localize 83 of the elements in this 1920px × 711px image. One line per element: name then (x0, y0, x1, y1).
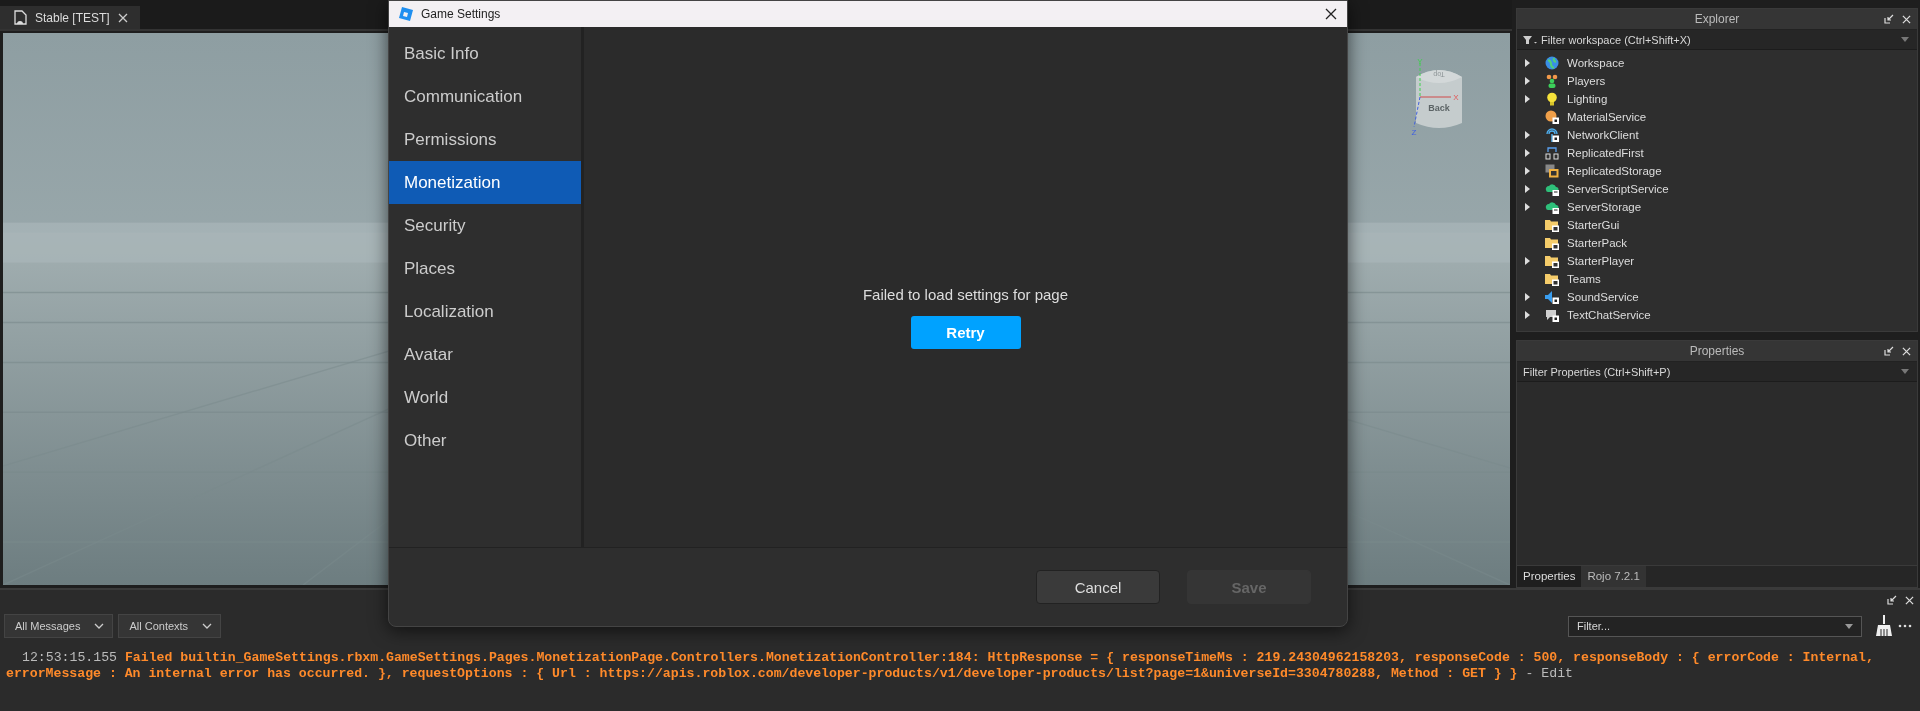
tree-item[interactable]: Players (1517, 72, 1917, 90)
palette-icon (1545, 110, 1559, 124)
context-filter-dropdown[interactable]: All Contexts (118, 614, 222, 638)
tree-item[interactable]: ServerScriptService (1517, 180, 1917, 198)
chat-icon (1545, 308, 1559, 322)
log-entry: 12:53:15.155 Failed builtin_GameSettings.rbxm.GameSettings.Pages.MonetizationPage.Controllers.MonetizationController:184: HttpResponse = { responseTimeMs : 219.24304962158203, responseCode : 500, responseBody : { errorCode : Internal, errorMessage : An internal error has occurred. }, requestOptions : { Url : https://apis.roblox.com/developer-products/v1/developer-products/list?page=1&universeId=3304780288, Method : GET } } - Edit (6, 650, 1875, 682)
error-message: Failed to load settings for page (862, 286, 1069, 303)
close-icon[interactable] (1325, 8, 1337, 20)
undock-icon[interactable] (1884, 14, 1894, 24)
settings-nav-item[interactable]: World (389, 376, 581, 419)
folder-icon (1545, 272, 1559, 286)
settings-nav-item[interactable]: Basic Info (389, 32, 581, 75)
panel-tab[interactable]: Rojo 7.2.1 (1581, 566, 1646, 587)
filter-bar[interactable]: Filter Properties (Ctrl+Shift+P) (1517, 362, 1917, 382)
tree-item[interactable]: StarterPlayer (1517, 252, 1917, 270)
tree-item[interactable]: ServerStorage (1517, 198, 1917, 216)
document-tab[interactable]: Stable [TEST] (0, 6, 140, 29)
tree-item[interactable]: ReplicatedFirst (1517, 144, 1917, 162)
expand-arrow-icon[interactable] (1525, 149, 1530, 157)
expand-arrow-icon[interactable] (1525, 131, 1530, 139)
settings-nav-item[interactable]: Monetization (389, 161, 581, 204)
expand-arrow-icon[interactable] (1525, 311, 1530, 319)
dialog-title: Game Settings (421, 7, 501, 21)
message-filter-dropdown[interactable]: All Messages (4, 614, 114, 638)
filter-field[interactable]: Filter Properties (Ctrl+Shift+P) (1523, 365, 1897, 378)
tree-item[interactable]: Workspace (1517, 54, 1917, 72)
more-icon[interactable] (1898, 624, 1912, 628)
expand-arrow-icon[interactable] (1525, 185, 1530, 193)
tree-item[interactable]: NetworkClient (1517, 126, 1917, 144)
tree-item[interactable]: StarterPack (1517, 234, 1917, 252)
tree-item[interactable]: MaterialService (1517, 108, 1917, 126)
filter-icon[interactable] (1523, 34, 1537, 45)
tab-label: Stable [TEST] (35, 10, 110, 25)
globe-icon (1545, 56, 1559, 70)
filter-field[interactable]: Filter... (1577, 620, 1845, 632)
settings-nav-item[interactable]: Other (389, 419, 581, 462)
branch-icon (1545, 146, 1559, 160)
expand-arrow-icon[interactable] (1525, 59, 1530, 67)
panel-tab[interactable]: Properties (1517, 566, 1582, 587)
antenna-icon (1545, 128, 1559, 142)
cancel-button[interactable]: Cancel (1036, 570, 1160, 604)
settings-nav-item[interactable]: Communication (389, 75, 581, 118)
storage-icon (1545, 164, 1559, 178)
filter-field[interactable]: Filter workspace (Ctrl+Shift+X) (1541, 33, 1897, 46)
chevron-icon (94, 623, 105, 629)
expand-arrow-icon[interactable] (1525, 203, 1530, 211)
tree-item[interactable]: Teams (1517, 270, 1917, 288)
tree-item[interactable]: ReplicatedStorage (1517, 162, 1917, 180)
dropdown-icon[interactable] (1901, 37, 1909, 42)
tree-item[interactable]: TextChatService (1517, 306, 1917, 324)
dropdown-icon[interactable] (1845, 623, 1853, 629)
tree-item[interactable]: Lighting (1517, 90, 1917, 108)
people-icon (1545, 74, 1559, 88)
chevron-icon (202, 623, 213, 629)
dropdown-icon[interactable] (1901, 369, 1909, 374)
filter-bar[interactable]: Filter... (1568, 615, 1862, 637)
expand-arrow-icon[interactable] (1525, 95, 1530, 103)
expand-arrow-icon[interactable] (1525, 293, 1530, 301)
folder-icon (1545, 236, 1559, 250)
settings-nav-item[interactable]: Localization (389, 290, 581, 333)
expand-arrow-icon[interactable] (1525, 167, 1530, 175)
file-icon (14, 10, 27, 25)
folder-icon (1545, 218, 1559, 232)
settings-nav-item[interactable]: Places (389, 247, 581, 290)
tree-item[interactable]: SoundService (1517, 288, 1917, 306)
cloud-icon (1545, 182, 1559, 196)
broom-icon[interactable] (1875, 615, 1893, 637)
app-logo-icon (399, 7, 413, 21)
cloud-icon (1545, 200, 1559, 214)
settings-nav-item[interactable]: Permissions (389, 118, 581, 161)
tree-item[interactable]: StarterGui (1517, 216, 1917, 234)
settings-nav-item[interactable]: Security (389, 204, 581, 247)
settings-nav-item[interactable]: Avatar (389, 333, 581, 376)
undock-icon[interactable] (1887, 595, 1897, 605)
expand-arrow-icon[interactable] (1525, 77, 1530, 85)
speaker-icon (1545, 290, 1559, 304)
filter-bar[interactable]: Filter workspace (Ctrl+Shift+X) (1517, 30, 1917, 50)
lightbulb-icon (1545, 92, 1559, 106)
undock-icon[interactable] (1884, 346, 1894, 356)
expand-arrow-icon[interactable] (1525, 257, 1530, 265)
panel-title: Properties (1689, 344, 1745, 358)
panel-title: Explorer (1694, 12, 1740, 26)
folder-icon (1545, 254, 1559, 268)
